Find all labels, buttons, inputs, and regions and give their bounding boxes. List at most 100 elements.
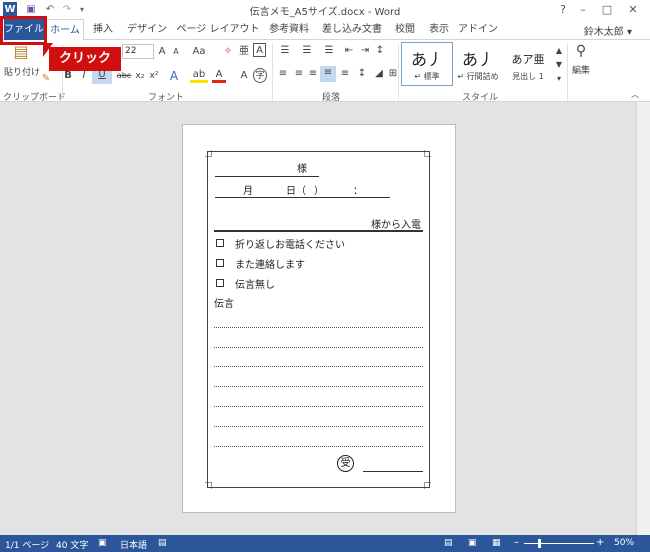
language-indicator[interactable]: 日本語: [120, 538, 147, 551]
message-line: [214, 426, 423, 427]
styles-more-icon[interactable]: ▾: [554, 72, 564, 86]
zoom-out-button[interactable]: –: [514, 537, 519, 548]
style-no-spacing[interactable]: あ丿 ↵ 行間詰め: [452, 42, 504, 86]
format-painter-icon[interactable]: ✎: [40, 72, 52, 86]
style-normal[interactable]: あ丿 ↵ 標準: [401, 42, 453, 86]
user-account[interactable]: 鈴木太郎 ▾: [584, 23, 632, 38]
web-layout-icon[interactable]: ▦: [492, 538, 501, 548]
distributed-icon[interactable]: ≡: [338, 67, 352, 81]
font-color-icon[interactable]: A: [212, 69, 226, 83]
message-line: [214, 347, 423, 348]
text-effects-icon[interactable]: A: [168, 69, 180, 83]
superscript-button[interactable]: x²: [148, 69, 160, 83]
click-callout: クリック: [49, 47, 121, 71]
increase-indent-icon[interactable]: ⇥: [358, 44, 372, 58]
memo-message-label: 伝言: [214, 299, 234, 310]
paste-button[interactable]: 貼り付け: [3, 66, 41, 80]
align-left-icon[interactable]: ≡: [276, 67, 290, 81]
tab-view[interactable]: 表示: [424, 19, 454, 40]
zoom-level[interactable]: 50%: [614, 538, 634, 548]
numbering-icon[interactable]: ☰: [298, 44, 316, 58]
window-title: 伝言メモ_A5サイズ.docx - Word: [249, 7, 401, 18]
memo-sama: 様: [297, 164, 307, 175]
line-spacing-icon[interactable]: ↕: [354, 67, 370, 81]
align-right-icon[interactable]: ≡: [306, 67, 320, 81]
shading-icon[interactable]: ◢: [372, 67, 386, 81]
checkbox-no-message[interactable]: [216, 279, 224, 287]
help-button[interactable]: ?: [554, 2, 572, 17]
style-sample: あア亜: [511, 53, 545, 66]
receiver-line: [363, 471, 423, 472]
font-size-select[interactable]: 22: [122, 44, 154, 59]
tab-addins[interactable]: アドイン: [458, 19, 498, 40]
tab-mailings[interactable]: 差し込み文書: [318, 19, 386, 40]
style-heading-1[interactable]: あア亜 見出し 1: [502, 42, 554, 86]
grow-font-icon[interactable]: A: [157, 45, 167, 59]
message-line: [214, 386, 423, 387]
memo-frame: [207, 151, 430, 488]
minimize-button[interactable]: –: [574, 2, 592, 17]
print-layout-icon[interactable]: ▣: [468, 538, 477, 548]
received-stamp: 受: [337, 455, 354, 472]
proofing-icon[interactable]: ▣: [98, 538, 107, 548]
align-center-icon[interactable]: ≡: [292, 67, 306, 81]
style-sample: あ丿: [410, 50, 443, 69]
tab-page-layout[interactable]: ページ レイアウト: [174, 19, 262, 40]
enclose-char-icon[interactable]: 字: [253, 68, 267, 83]
change-case-icon[interactable]: Aa: [192, 45, 206, 59]
strikethrough-button[interactable]: abc: [116, 69, 132, 83]
tab-insert[interactable]: 挿入: [88, 19, 118, 40]
word-count[interactable]: 40 文字: [56, 538, 88, 551]
sort-icon[interactable]: ↕: [374, 44, 386, 58]
multilevel-list-icon[interactable]: ☰: [320, 44, 338, 58]
group-divider: [398, 44, 399, 100]
style-name: 見出し 1: [512, 72, 544, 81]
clear-format-icon[interactable]: ✧: [222, 45, 234, 59]
borders-icon[interactable]: ⊞: [388, 67, 398, 81]
vertical-scrollbar[interactable]: [636, 102, 650, 535]
check-label-no-message: 伝言無し: [235, 280, 275, 291]
styles-scroll-down-icon[interactable]: ▼: [554, 58, 564, 72]
memo-paren-close: ）: [314, 186, 324, 197]
tab-home[interactable]: ホーム: [46, 19, 84, 41]
char-border-icon[interactable]: A: [253, 43, 266, 57]
highlight-color-icon[interactable]: ab: [190, 69, 208, 83]
checkbox-call-again[interactable]: [216, 259, 224, 267]
clipboard-icon: ▤: [13, 42, 29, 61]
zoom-slider-track[interactable]: [524, 543, 594, 544]
justify-icon[interactable]: ≡: [320, 66, 336, 82]
subscript-button[interactable]: x₂: [134, 69, 146, 83]
decrease-indent-icon[interactable]: ⇤: [342, 44, 356, 58]
char-shading-icon[interactable]: A: [238, 69, 250, 83]
page-count[interactable]: 1/1 ページ: [5, 538, 49, 551]
status-bar: 1/1 ページ 40 文字 ▣ 日本語 ▤ ▤ ▣ ▦ – + 50%: [0, 535, 650, 552]
style-sample: あ丿: [461, 50, 494, 69]
style-name: ↵ 行間詰め: [457, 72, 499, 81]
memo-from-label: 様から入電: [371, 220, 421, 231]
check-label-call-again: また連絡します: [235, 260, 305, 271]
styles-scroll-up-icon[interactable]: ▲: [554, 44, 564, 58]
shrink-font-icon[interactable]: A: [171, 45, 181, 59]
title-bar: W ▣ ↶ ↷ ▾ 伝言メモ_A5サイズ.docx - Word ? – □ ✕: [0, 0, 650, 19]
italic-button[interactable]: I: [78, 69, 90, 83]
checkbox-callback[interactable]: [216, 239, 224, 247]
zoom-slider-thumb[interactable]: [538, 539, 541, 548]
binoculars-icon: ⚲: [575, 43, 587, 59]
macro-icon[interactable]: ▤: [158, 538, 167, 548]
zoom-in-button[interactable]: +: [596, 537, 604, 548]
phonetic-guide-icon[interactable]: 亜: [238, 45, 250, 59]
collapse-ribbon-icon[interactable]: ︿: [630, 88, 640, 102]
tab-design[interactable]: デザイン: [124, 19, 170, 40]
editing-button[interactable]: 編集: [568, 64, 594, 78]
close-button[interactable]: ✕: [624, 2, 642, 17]
bullets-icon[interactable]: ☰: [276, 44, 294, 58]
read-mode-icon[interactable]: ▤: [444, 538, 453, 548]
file-tab-highlight: [0, 16, 47, 45]
restore-button[interactable]: □: [598, 2, 616, 17]
bold-button[interactable]: B: [62, 69, 74, 83]
tab-review[interactable]: 校閲: [390, 19, 420, 40]
memo-day: 日（: [286, 186, 306, 197]
message-line: [214, 446, 423, 447]
message-line: [214, 327, 423, 328]
tab-references[interactable]: 参考資料: [266, 19, 312, 40]
